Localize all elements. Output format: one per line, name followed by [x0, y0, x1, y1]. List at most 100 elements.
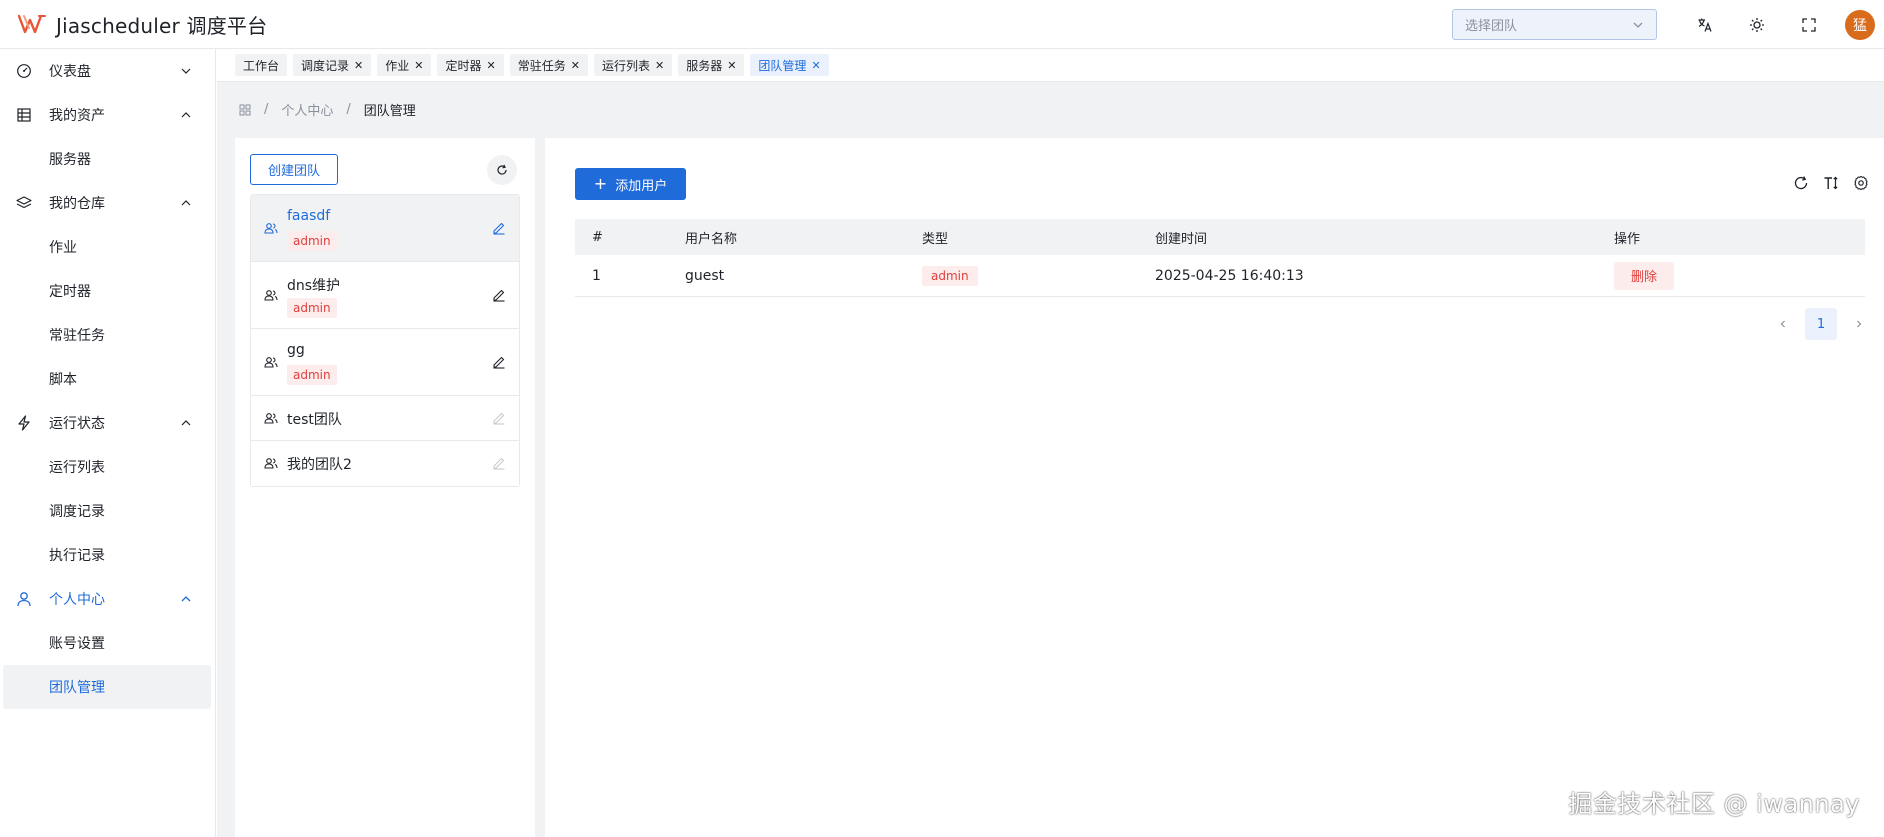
- close-icon[interactable]: ✕: [487, 59, 496, 72]
- team-name: faasdf: [287, 208, 331, 224]
- header-actions: 选择团队 猛: [1452, 0, 1884, 49]
- role-badge: admin: [287, 365, 337, 385]
- tab-label: 调度记录: [301, 58, 350, 73]
- next-page-button[interactable]: [1843, 308, 1875, 340]
- avatar[interactable]: 猛: [1845, 9, 1875, 40]
- brand[interactable]: Jiascheduler 调度平台: [0, 0, 267, 49]
- close-icon[interactable]: ✕: [571, 59, 580, 72]
- breadcrumb-item[interactable]: 个人中心: [281, 100, 333, 119]
- close-icon[interactable]: ✕: [354, 59, 363, 72]
- tab-workbench[interactable]: 工作台: [235, 54, 288, 76]
- tab-label: 团队管理: [758, 58, 807, 73]
- refresh-teams-button[interactable]: [487, 155, 517, 185]
- column-header-username: 用户名称: [685, 231, 738, 247]
- sidebar-item-scripts[interactable]: 脚本: [0, 357, 215, 401]
- column-settings-button[interactable]: [1846, 168, 1876, 198]
- sidebar-group-repository[interactable]: 我的仓库: [0, 181, 215, 225]
- sidebar-group-personal-center[interactable]: 个人中心: [0, 577, 215, 621]
- sidebar-item-daemon-tasks[interactable]: 常驻任务: [0, 313, 215, 357]
- home-grid-icon[interactable]: [239, 104, 251, 116]
- sidebar-item-timers[interactable]: 定时器: [0, 269, 215, 313]
- prev-page-button[interactable]: [1767, 308, 1799, 340]
- sidebar-group-assets[interactable]: 我的资产: [0, 93, 215, 137]
- breadcrumb-separator: /: [264, 102, 269, 117]
- page-number[interactable]: 1: [1805, 308, 1837, 340]
- tab-run-list[interactable]: 运行列表 ✕: [593, 54, 673, 76]
- lightning-icon: [16, 415, 32, 431]
- close-icon[interactable]: ✕: [655, 59, 664, 72]
- sun-icon: [1750, 17, 1764, 32]
- close-icon[interactable]: ✕: [727, 59, 736, 72]
- team-item[interactable]: dns维护 admin: [251, 262, 519, 329]
- close-icon[interactable]: ✕: [414, 59, 423, 72]
- density-button[interactable]: [1816, 168, 1846, 198]
- sidebar-item-account-settings[interactable]: 账号设置: [0, 621, 215, 665]
- sidebar-item-run-list[interactable]: 运行列表: [0, 445, 215, 489]
- edit-icon[interactable]: [492, 288, 506, 302]
- translate-button[interactable]: [1679, 0, 1731, 49]
- close-icon[interactable]: ✕: [811, 59, 820, 72]
- tab-schedule-history[interactable]: 调度记录 ✕: [293, 54, 372, 76]
- sidebar-group-label: 仪表盘: [49, 64, 91, 80]
- delete-button[interactable]: 删除: [1614, 261, 1674, 290]
- chevron-right-icon: [1857, 320, 1862, 328]
- team-select[interactable]: 选择团队: [1452, 9, 1657, 40]
- cell-type: admin: [922, 265, 1155, 286]
- add-user-button[interactable]: + 添加用户: [575, 168, 686, 200]
- team-item[interactable]: 我的团队2: [251, 441, 519, 486]
- breadcrumb-current: 团队管理: [363, 104, 416, 119]
- team-item[interactable]: faasdf admin: [251, 195, 519, 262]
- table-header: # 用户名称 类型 创建时间 操作: [575, 219, 1865, 255]
- chevron-up-icon: [181, 112, 191, 118]
- sidebar-group-run-status[interactable]: 运行状态: [0, 401, 215, 445]
- tab-jobs[interactable]: 作业 ✕: [377, 54, 432, 76]
- layers-icon: [16, 195, 32, 211]
- tab-servers[interactable]: 服务器 ✕: [678, 54, 745, 76]
- dashboard-icon: [16, 63, 32, 79]
- team-name: 我的团队2: [287, 457, 352, 473]
- team-icon: [264, 413, 278, 424]
- fullscreen-button[interactable]: [1783, 0, 1835, 49]
- tab-team-management[interactable]: 团队管理 ✕: [750, 54, 829, 76]
- cell-actions: 删除: [1614, 261, 1865, 290]
- member-table: # 用户名称 类型 创建时间 操作 1 guest admin 2025-04-…: [575, 219, 1865, 297]
- theme-toggle-button[interactable]: [1731, 0, 1783, 49]
- main-content: / 个人中心 / 团队管理 创建团队 faasdf admin dns维护 ad…: [217, 82, 1884, 837]
- team-icon: [264, 357, 278, 368]
- cell-username: guest: [685, 267, 725, 284]
- create-team-button[interactable]: 创建团队: [250, 154, 338, 185]
- edit-icon: [493, 412, 505, 425]
- edit-icon[interactable]: [492, 221, 506, 235]
- sidebar-group-dashboard[interactable]: 仪表盘: [0, 49, 215, 93]
- chevron-down-icon: [181, 68, 191, 74]
- translate-icon: [1698, 18, 1712, 32]
- edit-icon: [493, 457, 505, 470]
- tab-label: 常驻任务: [517, 58, 566, 73]
- pagination: 1: [1767, 308, 1875, 340]
- refresh-icon: [497, 164, 507, 175]
- cell-created: 2025-04-25 16:40:13: [1155, 267, 1304, 284]
- team-item[interactable]: test团队: [251, 396, 519, 441]
- sidebar-item-jobs[interactable]: 作业: [0, 225, 215, 269]
- add-user-label: 添加用户: [615, 178, 668, 194]
- reload-button[interactable]: [1786, 168, 1816, 198]
- team-select-placeholder: 选择团队: [1465, 19, 1518, 34]
- cell-index: 1: [592, 267, 601, 284]
- table-row: 1 guest admin 2025-04-25 16:40:13 删除: [575, 255, 1865, 297]
- tab-timers[interactable]: 定时器 ✕: [437, 54, 504, 76]
- tab-label: 作业: [385, 58, 410, 73]
- team-item[interactable]: gg admin: [251, 329, 519, 396]
- chevron-up-icon: [181, 596, 191, 602]
- sidebar-item-schedule-history[interactable]: 调度记录: [0, 489, 215, 533]
- user-icon: [16, 591, 32, 607]
- team-icon: [264, 290, 278, 301]
- role-badge: admin: [287, 231, 337, 251]
- column-header-type: 类型: [922, 231, 949, 247]
- sidebar-item-team-management[interactable]: 团队管理: [3, 665, 211, 709]
- edit-icon[interactable]: [492, 355, 506, 369]
- sidebar-item-servers[interactable]: 服务器: [0, 137, 215, 181]
- team-list: faasdf admin dns维护 admin gg admin test团队: [250, 194, 520, 487]
- sidebar-item-exec-history[interactable]: 执行记录: [0, 533, 215, 577]
- column-header-created: 创建时间: [1155, 231, 1208, 247]
- tab-daemon-tasks[interactable]: 常驻任务 ✕: [509, 54, 588, 76]
